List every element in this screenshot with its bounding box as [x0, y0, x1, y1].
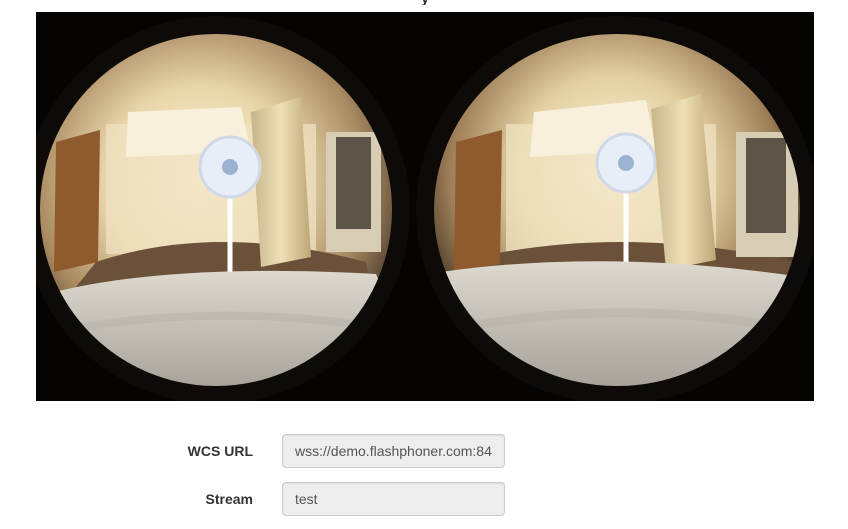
page-heading-fragment: y [380, 0, 470, 5]
stream-row: Stream [0, 482, 848, 516]
player-page: y [0, 0, 848, 529]
wcs-url-row: WCS URL [0, 434, 848, 468]
stream-label: Stream [205, 491, 253, 507]
dual-fisheye-video-icon [36, 12, 814, 401]
wcs-url-input[interactable] [282, 434, 505, 468]
stream-input[interactable] [282, 482, 505, 516]
video-player[interactable] [36, 12, 814, 401]
wcs-url-label: WCS URL [187, 443, 253, 459]
